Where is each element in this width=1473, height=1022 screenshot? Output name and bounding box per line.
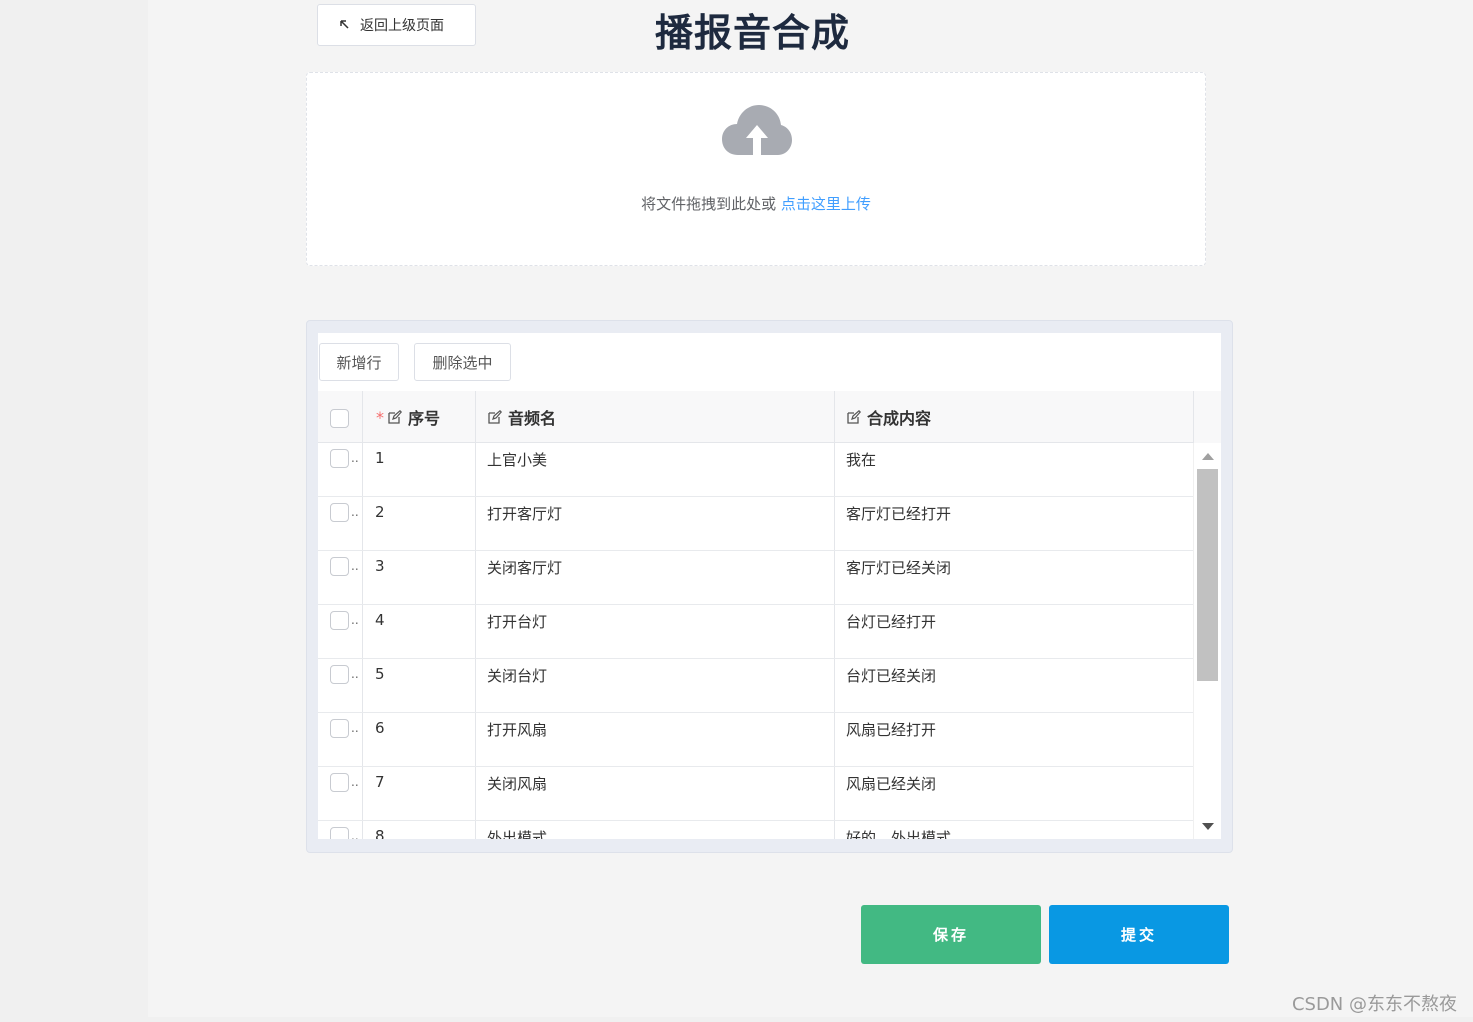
required-mark: * xyxy=(376,407,384,427)
column-header-audio-name-label: 音频名 xyxy=(508,409,557,428)
scroll-up-icon[interactable] xyxy=(1202,453,1214,460)
back-button[interactable]: 返回上级页面 xyxy=(317,4,476,46)
cell-content[interactable]: 风扇已经打开 xyxy=(846,719,936,740)
table-panel: 新增行 删除选中 * 序号 音频名 合成内容 .. 1 上官小美 我在 .. 2… xyxy=(306,320,1233,853)
table-toolbar: 新增行 删除选中 xyxy=(318,333,1221,391)
cell-index[interactable]: 2 xyxy=(375,503,385,521)
column-header-audio-name[interactable]: 音频名 xyxy=(488,391,556,443)
cell-audio-name[interactable]: 关闭客厅灯 xyxy=(487,557,562,578)
header-scroll-gap xyxy=(1193,391,1221,443)
cell-ellipsis: .. xyxy=(351,559,359,573)
row-checkbox[interactable] xyxy=(330,719,349,738)
edit-icon xyxy=(388,410,402,424)
cell-ellipsis: .. xyxy=(351,613,359,627)
upload-link[interactable]: 点击这里上传 xyxy=(781,195,871,213)
upload-hint-text: 将文件拖拽到此处或 xyxy=(641,195,781,213)
cell-audio-name[interactable]: 上官小美 xyxy=(487,449,547,470)
cell-ellipsis: .. xyxy=(351,667,359,681)
column-header-content-label: 合成内容 xyxy=(867,409,932,428)
cloud-upload-icon xyxy=(722,105,792,155)
data-table: * 序号 音频名 合成内容 .. 1 上官小美 我在 .. 2 打开客厅灯 客厅… xyxy=(318,391,1221,839)
cell-content[interactable]: 台灯已经打开 xyxy=(846,611,936,632)
row-checkbox[interactable] xyxy=(330,773,349,792)
arrow-up-left-icon xyxy=(340,20,349,29)
cell-content[interactable]: 客厅灯已经打开 xyxy=(846,503,951,524)
table-row[interactable]: .. 1 上官小美 我在 xyxy=(318,443,1193,497)
watermark: CSDN @东东不熬夜 xyxy=(1291,994,1457,1015)
page-title: 播报音合成 xyxy=(654,11,850,55)
row-checkbox[interactable] xyxy=(330,557,349,576)
cell-content[interactable]: 我在 xyxy=(846,449,876,470)
scroll-down-icon[interactable] xyxy=(1202,823,1214,830)
vertical-scrollbar[interactable] xyxy=(1193,443,1221,839)
column-divider xyxy=(1193,391,1194,443)
cell-content[interactable]: 好的，外出模式 xyxy=(846,827,951,839)
back-button-label: 返回上级页面 xyxy=(360,18,444,34)
cell-ellipsis: .. xyxy=(351,721,359,735)
table-row[interactable]: .. 3 关闭客厅灯 客厅灯已经关闭 xyxy=(318,551,1193,605)
cell-index[interactable]: 8 xyxy=(375,827,385,839)
cell-audio-name[interactable]: 打开风扇 xyxy=(487,719,547,740)
cell-ellipsis: .. xyxy=(351,505,359,519)
submit-button[interactable]: 提交 xyxy=(1049,905,1229,964)
select-all-checkbox[interactable] xyxy=(330,409,349,428)
row-checkbox[interactable] xyxy=(330,449,349,468)
cell-index[interactable]: 4 xyxy=(375,611,385,629)
row-checkbox[interactable] xyxy=(330,503,349,522)
save-button[interactable]: 保存 xyxy=(861,905,1041,964)
upload-dropzone[interactable]: 将文件拖拽到此处或 点击这里上传 xyxy=(306,72,1206,266)
table-row[interactable]: .. 7 关闭风扇 风扇已经关闭 xyxy=(318,767,1193,821)
delete-selected-button[interactable]: 删除选中 xyxy=(414,343,511,381)
column-header-content[interactable]: 合成内容 xyxy=(847,391,931,443)
scrollbar-thumb[interactable] xyxy=(1197,469,1218,681)
table-row[interactable]: .. 6 打开风扇 风扇已经打开 xyxy=(318,713,1193,767)
table-header: * 序号 音频名 合成内容 xyxy=(318,391,1221,443)
cell-ellipsis: .. xyxy=(351,829,359,839)
cell-index[interactable]: 5 xyxy=(375,665,385,683)
cell-ellipsis: .. xyxy=(351,775,359,789)
cell-index[interactable]: 3 xyxy=(375,557,385,575)
add-row-button[interactable]: 新增行 xyxy=(319,343,399,381)
edit-icon xyxy=(488,410,502,424)
cell-audio-name[interactable]: 关闭风扇 xyxy=(487,773,547,794)
table-row[interactable]: .. 4 打开台灯 台灯已经打开 xyxy=(318,605,1193,659)
row-checkbox[interactable] xyxy=(330,665,349,684)
column-header-index[interactable]: * 序号 xyxy=(376,391,440,443)
table-row[interactable]: .. 8 外出模式 好的，外出模式 xyxy=(318,821,1193,839)
table-row[interactable]: .. 2 打开客厅灯 客厅灯已经打开 xyxy=(318,497,1193,551)
cell-audio-name[interactable]: 关闭台灯 xyxy=(487,665,547,686)
cell-index[interactable]: 6 xyxy=(375,719,385,737)
table-row[interactable]: .. 5 关闭台灯 台灯已经关闭 xyxy=(318,659,1193,713)
cell-audio-name[interactable]: 打开客厅灯 xyxy=(487,503,562,524)
cell-audio-name[interactable]: 打开台灯 xyxy=(487,611,547,632)
upload-hint: 将文件拖拽到此处或 点击这里上传 xyxy=(307,193,1205,214)
cell-content[interactable]: 台灯已经关闭 xyxy=(846,665,936,686)
cell-ellipsis: .. xyxy=(351,451,359,465)
edit-icon xyxy=(847,410,861,424)
cell-index[interactable]: 7 xyxy=(375,773,385,791)
cell-audio-name[interactable]: 外出模式 xyxy=(487,827,547,839)
cell-index[interactable]: 1 xyxy=(375,449,385,467)
column-header-index-label: 序号 xyxy=(408,409,441,428)
cell-content[interactable]: 客厅灯已经关闭 xyxy=(846,557,951,578)
row-checkbox[interactable] xyxy=(330,827,349,839)
cell-content[interactable]: 风扇已经关闭 xyxy=(846,773,936,794)
row-checkbox[interactable] xyxy=(330,611,349,630)
